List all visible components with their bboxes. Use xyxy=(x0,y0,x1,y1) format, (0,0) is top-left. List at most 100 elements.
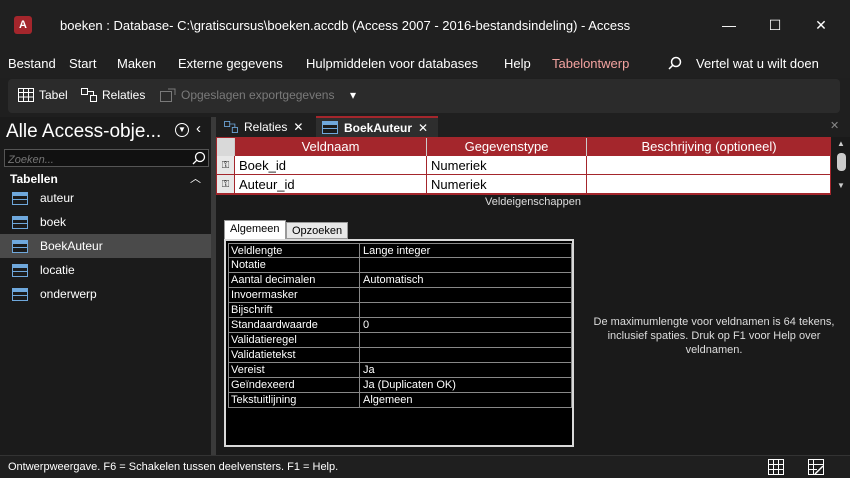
tell-me-input[interactable]: Vertel wat u wilt doen xyxy=(696,56,819,71)
property-key: Standaardwaarde xyxy=(228,318,360,333)
menu-externe-gegevens[interactable]: Externe gegevens xyxy=(178,56,283,71)
relationships-icon xyxy=(224,120,238,133)
window-title: boeken : Database- C:\gratiscursus\boeke… xyxy=(60,18,631,33)
property-value[interactable] xyxy=(360,348,572,363)
nav-section-tabellen[interactable]: Tabellen xyxy=(10,172,58,186)
close-icon: ✕ xyxy=(815,16,827,33)
collapse-nav-icon[interactable]: ‹ xyxy=(196,120,201,137)
nav-search-input[interactable] xyxy=(5,152,185,168)
grid-scrollbar[interactable]: ▲ ▼ xyxy=(833,137,850,195)
maximize-icon: ☐ xyxy=(768,16,782,33)
property-value[interactable] xyxy=(360,288,572,303)
datasheet-view-icon[interactable] xyxy=(768,459,784,475)
minimize-icon: — xyxy=(722,17,736,33)
property-row[interactable]: Validatieregel xyxy=(228,333,572,348)
header-veldnaam: Veldnaam xyxy=(235,138,427,156)
property-value[interactable]: Lange integer xyxy=(360,244,572,258)
tab-opzoeken[interactable]: Opzoeken xyxy=(286,222,349,239)
close-window-button[interactable]: ✕ xyxy=(798,0,844,50)
nav-title[interactable]: Alle Access-obje... xyxy=(6,121,161,143)
menu-bestand[interactable]: Bestand xyxy=(8,56,56,71)
chevron-up-icon[interactable]: ︿ xyxy=(190,170,201,186)
property-key: Veldlengte xyxy=(228,244,360,258)
property-key: Geïndexeerd xyxy=(228,378,360,393)
menu-hulpmiddelen[interactable]: Hulpmiddelen voor databases xyxy=(306,56,478,71)
property-value[interactable]: Automatisch xyxy=(360,273,572,288)
title-bar: A boeken : Database- C:\gratiscursus\boe… xyxy=(0,0,850,50)
primary-key-icon[interactable]: ⚿ xyxy=(217,175,235,194)
nav-item-onderwerp[interactable]: onderwerp xyxy=(0,282,211,306)
header-gegevenstype: Gegevenstype xyxy=(427,138,587,156)
data-type-cell[interactable]: Numeriek xyxy=(427,175,587,194)
scroll-thumb[interactable] xyxy=(837,153,846,171)
header-beschrijving: Beschrijving (optioneel) xyxy=(587,138,831,156)
table-icon xyxy=(18,88,34,102)
table-icon xyxy=(12,239,28,253)
access-app-icon[interactable]: A xyxy=(14,16,32,34)
description-cell[interactable] xyxy=(587,175,831,194)
relaties-button[interactable]: Relaties xyxy=(81,88,145,102)
property-key: Tekstuitlijning xyxy=(228,393,360,408)
design-view-icon[interactable] xyxy=(808,459,824,475)
nav-item-boek[interactable]: boek xyxy=(0,210,211,234)
property-value[interactable] xyxy=(360,333,572,348)
property-row[interactable]: Notatie xyxy=(228,258,572,273)
tab-boekauteur[interactable]: BoekAuteur ✕ xyxy=(316,116,438,137)
document-tabs: Relaties ✕ BoekAuteur ✕ ✕ xyxy=(216,116,850,137)
nav-item-locatie[interactable]: locatie xyxy=(0,258,211,282)
property-row[interactable]: Tekstuitlijning Algemeen xyxy=(228,393,572,408)
data-type-cell[interactable]: Numeriek xyxy=(427,156,587,175)
maximize-button[interactable]: ☐ xyxy=(752,0,798,50)
property-row[interactable]: Validatietekst xyxy=(228,348,572,363)
field-name-cell[interactable]: Auteur_id xyxy=(235,175,427,194)
property-key: Notatie xyxy=(228,258,360,273)
property-row[interactable]: Invoermasker xyxy=(228,288,572,303)
property-value[interactable]: 0 xyxy=(360,318,572,333)
nav-item-label: onderwerp xyxy=(40,287,97,301)
property-value[interactable]: Ja (Duplicaten OK) xyxy=(360,378,572,393)
property-key: Bijschrift xyxy=(228,303,360,318)
description-cell[interactable] xyxy=(587,156,831,175)
property-row[interactable]: Aantal decimalen Automatisch xyxy=(228,273,572,288)
table-icon xyxy=(12,215,28,229)
menu-tabelontwerp[interactable]: Tabelontwerp xyxy=(552,56,629,71)
table-icon xyxy=(12,263,28,277)
grid-corner[interactable] xyxy=(217,138,235,156)
menu-maken[interactable]: Maken xyxy=(117,56,156,71)
property-row[interactable]: Bijschrift xyxy=(228,303,572,318)
property-row[interactable]: Geïndexeerd Ja (Duplicaten OK) xyxy=(228,378,572,393)
field-name-cell[interactable]: Boek_id xyxy=(235,156,427,175)
property-key: Vereist xyxy=(228,363,360,378)
nav-item-auteur[interactable]: auteur xyxy=(0,186,211,210)
primary-key-icon[interactable]: ⚿ xyxy=(217,156,235,175)
menu-start[interactable]: Start xyxy=(69,56,96,71)
table-icon xyxy=(12,287,28,301)
property-value[interactable] xyxy=(360,303,572,318)
property-row[interactable]: Vereist Ja xyxy=(228,363,572,378)
minimize-button[interactable]: — xyxy=(706,0,752,50)
exports-button[interactable]: Opgeslagen exportgegevens xyxy=(160,88,334,102)
nav-item-label: BoekAuteur xyxy=(40,239,103,253)
design-view: Veldnaam Gegevenstype Beschrijving (opti… xyxy=(216,137,850,455)
search-icon[interactable] xyxy=(668,56,682,73)
search-icon[interactable] xyxy=(192,151,206,165)
property-row[interactable]: Standaardwaarde 0 xyxy=(228,318,572,333)
close-tab-icon[interactable]: ✕ xyxy=(418,121,428,135)
nav-item-boekauteur[interactable]: BoekAuteur xyxy=(0,234,211,258)
property-value[interactable]: Ja xyxy=(360,363,572,378)
table-icon xyxy=(322,121,338,134)
property-row[interactable]: Veldlengte Lange integer xyxy=(228,243,572,258)
tab-algemeen[interactable]: Algemeen xyxy=(224,220,286,239)
tabel-button[interactable]: Tabel xyxy=(18,88,68,102)
property-value[interactable] xyxy=(360,258,572,273)
menu-help[interactable]: Help xyxy=(504,56,531,71)
tab-relaties[interactable]: Relaties ✕ xyxy=(218,116,314,137)
close-tab-icon[interactable]: ✕ xyxy=(293,120,303,134)
property-value[interactable]: Algemeen xyxy=(360,393,572,408)
ribbon-more-dropdown[interactable]: ▾ xyxy=(350,88,356,102)
field-properties-table: Veldlengte Lange integer Notatie Aantal d… xyxy=(224,239,574,447)
nav-dropdown-icon[interactable]: ▼ xyxy=(175,123,189,137)
export-icon xyxy=(160,88,176,102)
close-document-icon[interactable]: ✕ xyxy=(830,119,839,132)
help-text: De maximumlengte voor veldnamen is 64 te… xyxy=(593,316,835,356)
